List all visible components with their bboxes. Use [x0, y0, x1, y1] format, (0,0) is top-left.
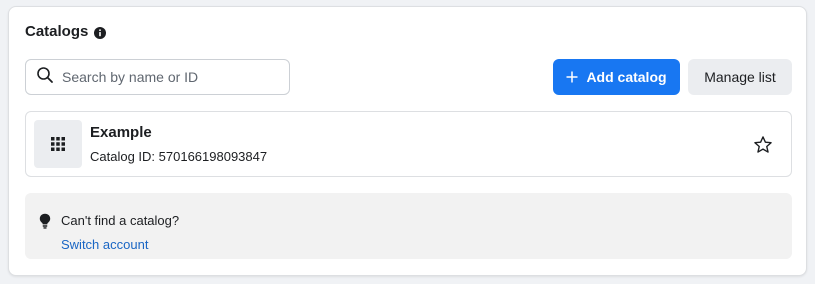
- search-input[interactable]: [62, 69, 282, 85]
- notice-text: Can't find a catalog?: [61, 213, 180, 228]
- catalog-list-item[interactable]: Example Catalog ID: 570166198093847: [25, 111, 792, 177]
- add-catalog-button[interactable]: Add catalog: [553, 59, 680, 95]
- info-icon[interactable]: [94, 26, 107, 39]
- catalogs-card: Catalogs Add catalog Manage list: [8, 6, 807, 276]
- catalogs-header: Catalogs: [25, 23, 107, 40]
- catalog-thumbnail: [34, 120, 82, 168]
- section-title: Catalogs: [25, 23, 89, 40]
- lightbulb-icon: [38, 213, 52, 229]
- star-icon[interactable]: [752, 134, 774, 156]
- add-catalog-label: Add catalog: [586, 69, 667, 85]
- search-box: [25, 59, 290, 95]
- switch-account-link[interactable]: Switch account: [61, 237, 148, 252]
- grid-icon: [51, 137, 65, 151]
- plus-icon: [566, 71, 578, 83]
- search-icon: [36, 66, 54, 89]
- catalog-id: Catalog ID: 570166198093847: [90, 149, 268, 164]
- catalog-name: Example: [90, 124, 152, 141]
- manage-list-button[interactable]: Manage list: [688, 59, 792, 95]
- notice-box: Can't find a catalog? Switch account: [25, 193, 792, 259]
